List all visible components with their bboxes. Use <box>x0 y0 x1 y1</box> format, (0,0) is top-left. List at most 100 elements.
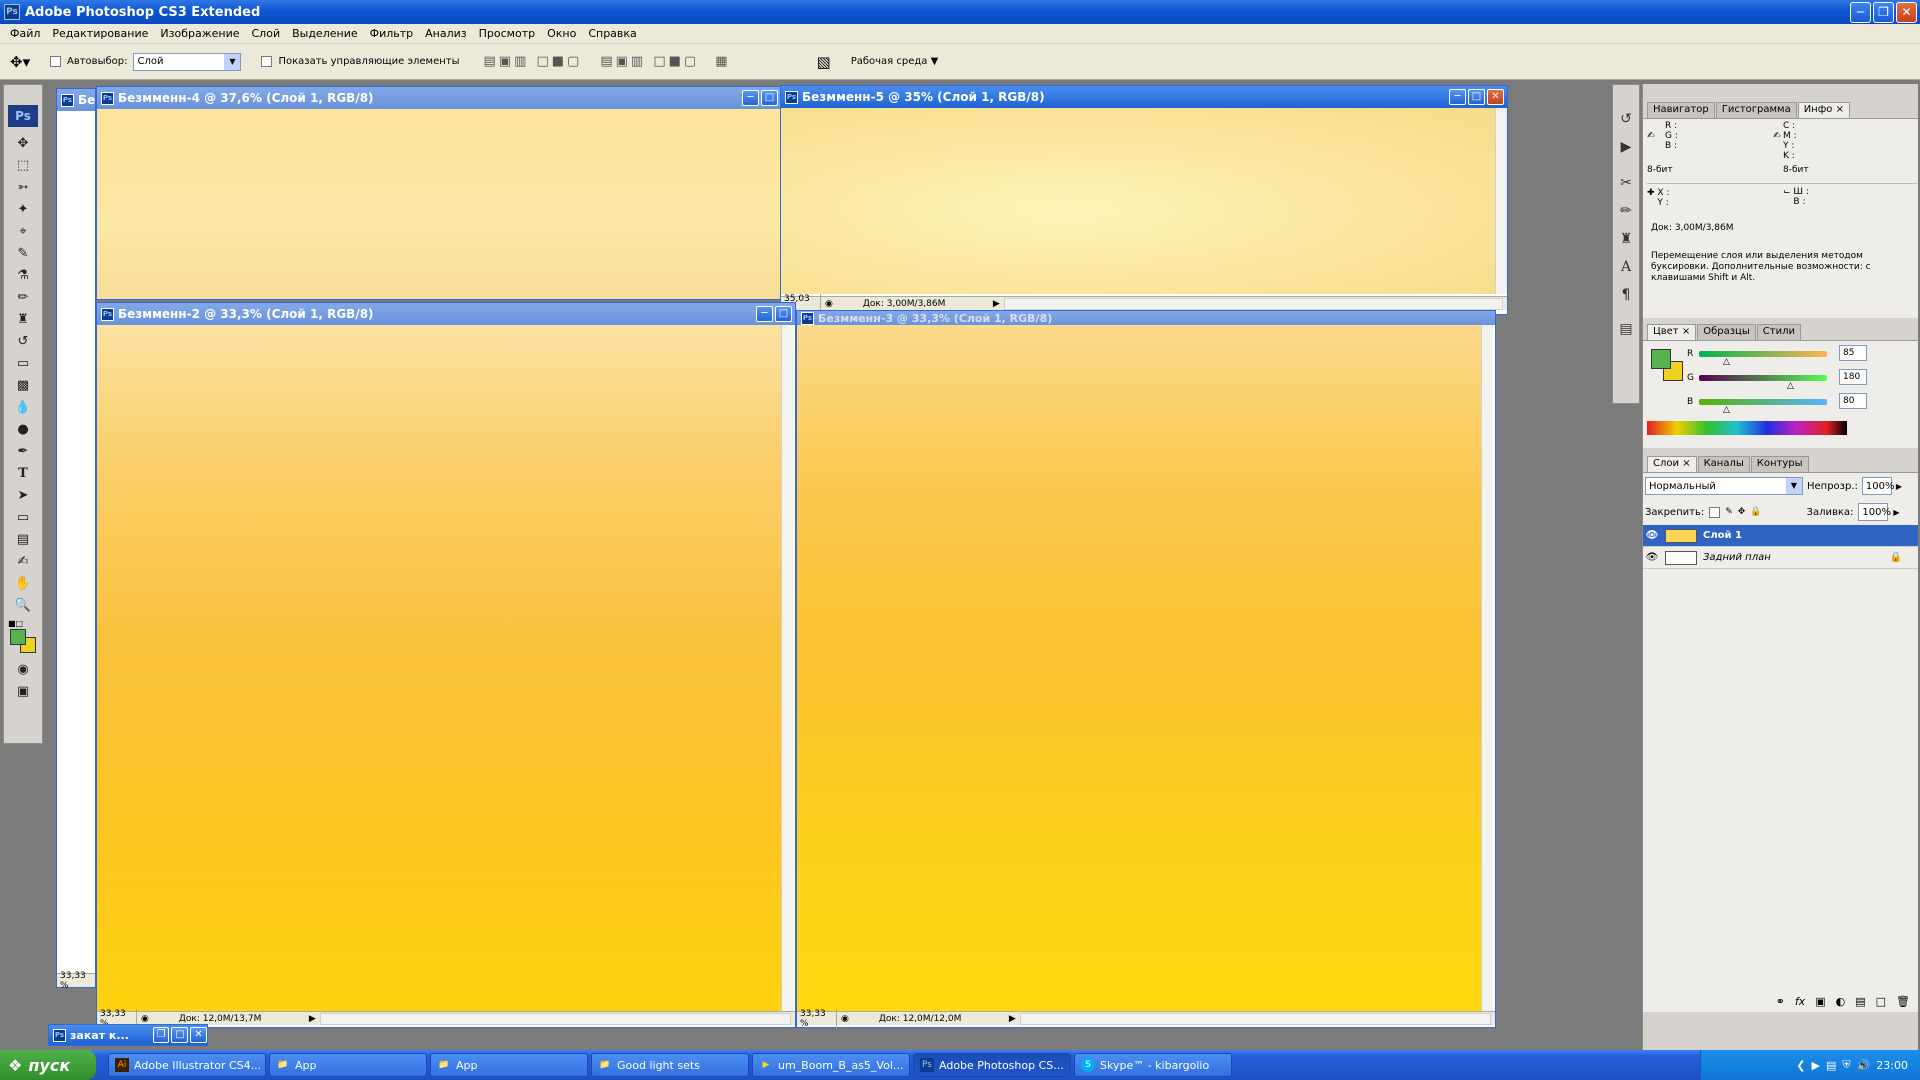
notes-tool-icon[interactable]: ▤ <box>4 529 42 551</box>
tray-media-icon[interactable]: ▶ <box>1811 1059 1819 1072</box>
taskbar-item[interactable]: Ai Adobe Illustrator CS4... <box>108 1053 266 1077</box>
menu-edit[interactable]: Редактирование <box>46 27 154 40</box>
dodge-tool-icon[interactable]: ● <box>4 419 42 441</box>
zoom-tool-icon[interactable]: 🔍 <box>4 595 42 617</box>
tab-paths[interactable]: Контуры <box>1750 456 1809 472</box>
document-window-doc4[interactable]: Ps Безмменн-4 @ 37,6% (Слой 1, RGB/8) ─ … <box>96 86 782 300</box>
layer-name[interactable]: Слой 1 <box>1703 530 1742 541</box>
taskbar-item[interactable]: ▶ um_Boom_B_as5_Vol... <box>752 1053 910 1077</box>
maximize-button[interactable]: □ <box>1468 89 1485 105</box>
start-button[interactable]: ❖ пуск <box>0 1050 96 1080</box>
minimize-button[interactable]: ─ <box>1449 89 1466 105</box>
lasso-tool-icon[interactable]: ➳ <box>4 177 42 199</box>
tab-navigator[interactable]: Навигатор <box>1647 102 1715 118</box>
horizontal-scrollbar[interactable] <box>1003 297 1503 310</box>
move-tool-preset-icon[interactable]: ✥▾ <box>10 53 44 71</box>
menu-layer[interactable]: Слой <box>246 27 287 40</box>
delete-layer-icon[interactable]: 🗑 <box>1896 995 1910 1008</box>
maximize-button[interactable]: □ <box>171 1027 189 1043</box>
blue-slider[interactable] <box>1699 399 1827 405</box>
tab-layers[interactable]: Слои × <box>1647 456 1697 472</box>
photoshop-logo[interactable]: Ps <box>8 105 38 127</box>
slider-thumb-icon[interactable]: △ <box>1723 405 1730 415</box>
zoom-level[interactable]: 33,33 % <box>797 1008 837 1029</box>
healing-brush-tool-icon[interactable]: ⚗ <box>4 265 42 287</box>
lock-position-icon[interactable]: ✥ <box>1738 507 1746 517</box>
show-controls-checkbox[interactable] <box>261 56 273 67</box>
tab-histogram[interactable]: Гистограмма <box>1715 102 1797 118</box>
tab-info[interactable]: Инфо × <box>1797 102 1850 118</box>
tab-swatches[interactable]: Образцы <box>1697 324 1756 340</box>
layer-style-icon[interactable]: fx <box>1795 995 1805 1008</box>
screen-mode-icon[interactable]: ▣ <box>4 681 42 703</box>
status-arrow-icon[interactable]: ▶ <box>1009 1014 1016 1024</box>
minimized-document[interactable]: Ps закат к... ❐ □ ✕ <box>48 1024 208 1046</box>
menu-file[interactable]: Файл <box>4 27 46 40</box>
status-arrow-icon[interactable]: ▶ <box>993 299 1000 309</box>
tray-arrow-icon[interactable]: ❮ <box>1796 1059 1805 1072</box>
document-window-behind[interactable]: Ps Бе 33,33 % <box>56 88 96 991</box>
blue-value-input[interactable]: 80 <box>1839 393 1867 409</box>
slice-tool-icon[interactable]: ✎ <box>4 243 42 265</box>
menu-filter[interactable]: Фильтр <box>364 27 420 40</box>
opacity-slider-arrow-icon[interactable]: ▶ <box>1896 482 1902 491</box>
add-mask-icon[interactable]: ▣ <box>1815 995 1825 1008</box>
auto-align-icon[interactable]: ▦ <box>715 54 730 69</box>
brushes-icon[interactable]: ✏ <box>1613 197 1639 225</box>
quick-mask-icon[interactable]: ◉ <box>4 659 42 681</box>
adjustment-layer-icon[interactable]: ◐ <box>1836 995 1846 1008</box>
document-titlebar[interactable]: Ps Безмменн-4 @ 37,6% (Слой 1, RGB/8) ─ … <box>97 87 781 109</box>
visibility-eye-icon[interactable]: 👁 <box>1643 530 1661 541</box>
red-slider[interactable] <box>1699 351 1827 357</box>
vertical-scrollbar[interactable] <box>1495 108 1507 294</box>
restore-button[interactable]: ❐ <box>1873 2 1894 23</box>
document-window-doc3[interactable]: Ps Безмменн-3 @ 33,3% (Слой 1, RGB/8) 33… <box>796 310 1496 1029</box>
eyedropper-tool-icon[interactable]: ✍ <box>4 551 42 573</box>
maximize-button[interactable]: □ <box>761 90 778 106</box>
crop-tool-icon[interactable]: ⌖ <box>4 221 42 243</box>
workspace-button[interactable]: Рабочая среда ▼ <box>851 56 939 67</box>
document-canvas[interactable] <box>97 109 781 299</box>
document-window-doc5[interactable]: Ps Безмменн-5 @ 35% (Слой 1, RGB/8) ─ □ … <box>780 85 1508 315</box>
foreground-color-swatch[interactable] <box>10 629 26 645</box>
layer-comps-icon[interactable]: ▤ <box>1613 315 1639 343</box>
path-selection-tool-icon[interactable]: ➤ <box>4 485 42 507</box>
tray-shield-icon[interactable]: ⛨ <box>1842 1058 1850 1072</box>
lock-all-icon[interactable]: 🔒 <box>1750 507 1761 517</box>
history-brush-tool-icon[interactable]: ↺ <box>4 331 42 353</box>
magic-wand-tool-icon[interactable]: ✦ <box>4 199 42 221</box>
tray-network-icon[interactable]: ▤ <box>1826 1059 1836 1072</box>
autoselect-dropdown[interactable]: Слой ▼ <box>133 52 242 71</box>
brush-tool-icon[interactable]: ✏ <box>4 287 42 309</box>
history-icon[interactable]: ↺ <box>1613 105 1639 133</box>
menu-select[interactable]: Выделение <box>286 27 364 40</box>
green-value-input[interactable]: 180 <box>1839 369 1867 385</box>
horizontal-scrollbar[interactable] <box>319 1012 791 1025</box>
blend-mode-dropdown[interactable]: Нормальный ▼ <box>1645 477 1803 495</box>
close-icon[interactable]: × <box>1836 104 1844 115</box>
taskbar-item[interactable]: 📁 Good light sets <box>591 1053 749 1077</box>
eraser-tool-icon[interactable]: ▭ <box>4 353 42 375</box>
horizontal-scrollbar[interactable] <box>1019 1012 1491 1025</box>
close-button[interactable]: ✕ <box>1487 89 1504 105</box>
new-group-icon[interactable]: ▤ <box>1855 995 1865 1008</box>
type-tool-icon[interactable]: T <box>4 463 42 485</box>
character-icon[interactable]: A <box>1613 253 1639 281</box>
menu-window[interactable]: Окно <box>541 27 582 40</box>
taskbar-item[interactable]: 📁 App <box>269 1053 427 1077</box>
green-slider[interactable] <box>1699 375 1827 381</box>
lock-pixels-icon[interactable]: ✎ <box>1725 507 1733 517</box>
minimize-button[interactable]: ─ <box>742 90 759 106</box>
menu-view[interactable]: Просмотр <box>473 27 541 40</box>
clock[interactable]: 23:00 <box>1876 1059 1908 1072</box>
foreground-color-swatch[interactable] <box>1651 349 1671 369</box>
document-titlebar[interactable]: Ps Бе <box>57 89 95 111</box>
color-spectrum-ramp[interactable] <box>1647 421 1847 435</box>
paragraph-icon[interactable]: ¶ <box>1613 281 1639 309</box>
slider-thumb-icon[interactable]: △ <box>1787 381 1794 391</box>
hand-tool-icon[interactable]: ✋ <box>4 573 42 595</box>
opacity-input[interactable]: 100% <box>1861 477 1894 495</box>
gradient-tool-icon[interactable]: ▩ <box>4 375 42 397</box>
fill-input[interactable]: 100% <box>1858 503 1891 521</box>
tab-color[interactable]: Цвет × <box>1647 324 1697 340</box>
